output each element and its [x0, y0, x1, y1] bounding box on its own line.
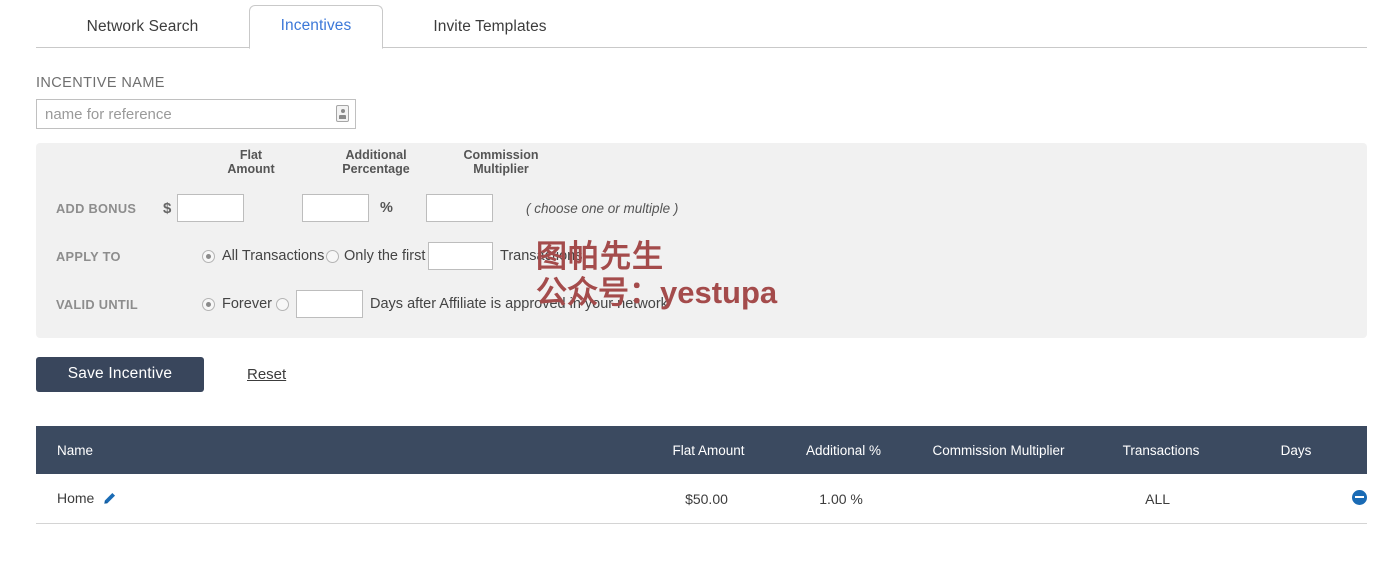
- choose-hint-text: ( choose one or multiple ): [526, 200, 679, 216]
- minus-circle-icon[interactable]: [1351, 489, 1367, 505]
- table-header-flat-amount: Flat Amount: [672, 442, 745, 458]
- column-header-flat-amount-line2: Amount: [227, 162, 275, 176]
- incentive-name-block: INCENTIVE NAME: [0, 48, 1373, 129]
- cell-name-text: Home: [57, 489, 95, 506]
- column-header-commission-multiplier: Commission Multiplier: [416, 148, 586, 176]
- label-all-transactions[interactable]: All Transactions: [222, 248, 324, 264]
- radio-days[interactable]: [276, 298, 289, 311]
- form-actions: Save Incentive Reset: [36, 356, 1373, 392]
- incentives-table: Name Flat Amount Additional % Commission…: [36, 426, 1367, 524]
- first-transactions-count-input[interactable]: [428, 242, 493, 270]
- cell-flat-amount: $50.00: [685, 490, 728, 507]
- tab-incentives[interactable]: Incentives: [249, 5, 383, 49]
- save-incentive-button[interactable]: Save Incentive: [36, 356, 204, 392]
- incentive-name-input[interactable]: [36, 99, 356, 129]
- radio-all-transactions[interactable]: [202, 250, 215, 263]
- currency-symbol: $: [163, 199, 172, 217]
- row-valid-until: VALID UNTIL Forever Days after Affiliate…: [36, 286, 1367, 322]
- autofill-icon[interactable]: [336, 105, 349, 122]
- flat-amount-input[interactable]: [177, 194, 244, 222]
- row-apply-to: APPLY TO All Transactions Only the first…: [36, 238, 1367, 274]
- percent-symbol: %: [380, 200, 393, 216]
- tab-invite-templates[interactable]: Invite Templates: [383, 18, 597, 48]
- label-forever[interactable]: Forever: [222, 296, 272, 312]
- label-days-suffix: Days after Affiliate is approved in your…: [370, 296, 668, 312]
- radio-forever[interactable]: [202, 298, 215, 311]
- label-transactions-suffix: Transactions: [500, 248, 583, 264]
- table-header-transactions: Transactions: [1122, 442, 1200, 458]
- radio-only-first[interactable]: [326, 250, 339, 263]
- table-header-row: Name Flat Amount Additional % Commission…: [36, 426, 1367, 474]
- column-header-flat-amount-line1: Flat: [239, 148, 263, 162]
- row-label-valid-until: VALID UNTIL: [56, 296, 138, 312]
- label-only-first[interactable]: Only the first: [344, 248, 425, 264]
- pencil-icon[interactable]: [103, 492, 116, 508]
- table-header-name: Name: [57, 442, 94, 458]
- cell-actions: [1351, 489, 1367, 508]
- cell-transactions: ALL: [1145, 490, 1171, 507]
- reset-link[interactable]: Reset: [247, 366, 286, 383]
- row-label-add-bonus: ADD BONUS: [56, 200, 137, 216]
- incentive-name-label: INCENTIVE NAME: [36, 75, 165, 91]
- row-add-bonus: ADD BONUS $ % ( choose one or multiple ): [36, 190, 1367, 226]
- commission-multiplier-input[interactable]: [426, 194, 493, 222]
- incentive-settings-panel: Flat Amount Additional Percentage Commis…: [36, 143, 1367, 338]
- column-header-multiplier-line1: Commission: [463, 148, 539, 162]
- tab-bar: Network Search Incentives Invite Templat…: [0, 0, 1373, 49]
- incentive-name-input-wrap: [36, 99, 356, 129]
- column-header-multiplier-line2: Multiplier: [473, 162, 529, 176]
- additional-percentage-input[interactable]: [302, 194, 369, 222]
- tab-network-search[interactable]: Network Search: [36, 18, 249, 48]
- cell-additional: 1.00 %: [819, 490, 863, 507]
- cell-name: Home: [36, 490, 639, 508]
- table-header-days: Days: [1280, 442, 1312, 458]
- table-header-multiplier: Commission Multiplier: [932, 442, 1065, 458]
- column-header-additional-line1: Additional: [345, 148, 407, 162]
- row-label-apply-to: APPLY TO: [56, 248, 121, 264]
- column-header-additional-line2: Percentage: [342, 162, 410, 176]
- table-header-additional: Additional %: [805, 442, 882, 458]
- table-row: Home $50.00 1.00 % ALL: [36, 474, 1367, 524]
- valid-days-input[interactable]: [296, 290, 363, 318]
